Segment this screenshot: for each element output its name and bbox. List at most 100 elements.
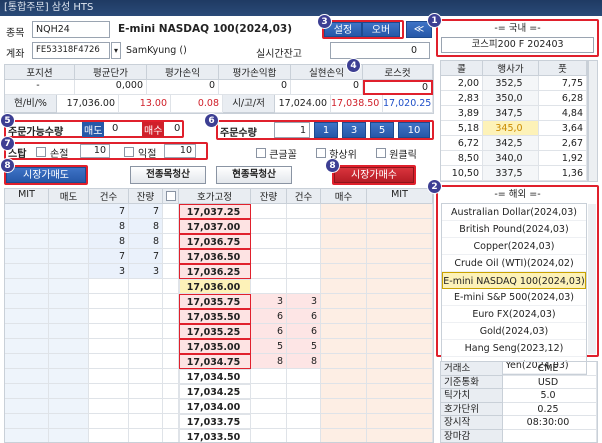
sell-order-cell[interactable] — [49, 264, 89, 279]
foreign-item[interactable]: Copper(2024,03) — [442, 238, 586, 255]
book-header-checkbox[interactable] — [163, 189, 179, 204]
sell-order-cell[interactable] — [49, 414, 89, 429]
mit-sell-cell[interactable] — [5, 399, 49, 414]
mit-sell-cell[interactable] — [5, 249, 49, 264]
over-button[interactable]: 오버 — [362, 22, 400, 37]
domestic-selected[interactable]: 코스피200 F 202403 — [441, 37, 594, 53]
mit-buy-cell[interactable] — [367, 279, 433, 294]
sell-order-cell[interactable] — [49, 354, 89, 369]
sell-order-cell[interactable] — [49, 234, 89, 249]
sell-order-cell[interactable] — [49, 219, 89, 234]
loss-cut-input[interactable]: 0 — [363, 80, 433, 95]
buy-order-cell[interactable] — [321, 249, 367, 264]
buy-order-cell[interactable] — [321, 294, 367, 309]
option-row[interactable]: 6,72 342,5 2,67 — [441, 136, 587, 151]
mit-sell-cell[interactable] — [5, 279, 49, 294]
mit-sell-cell[interactable] — [5, 309, 49, 324]
buy-order-cell[interactable] — [321, 429, 367, 442]
foreign-item[interactable]: E-mini S&P 500(2024,03) — [442, 289, 586, 306]
mit-buy-cell[interactable] — [367, 354, 433, 369]
mit-buy-cell[interactable] — [367, 369, 433, 384]
buy-order-cell[interactable] — [321, 279, 367, 294]
close-all-button[interactable]: 전종목청산 — [130, 166, 206, 184]
option-row[interactable]: 2,83 350,0 6,28 — [441, 91, 587, 106]
mit-buy-cell[interactable] — [367, 339, 433, 354]
foreign-scrollbar[interactable] — [588, 204, 596, 354]
buy-order-cell[interactable] — [321, 384, 367, 399]
market-sell-button[interactable]: 시장가매도 — [6, 167, 86, 183]
mit-buy-cell[interactable] — [367, 324, 433, 339]
sell-order-cell[interactable] — [49, 309, 89, 324]
qty-preset-button[interactable]: 3 — [342, 122, 366, 138]
buy-order-cell[interactable] — [321, 264, 367, 279]
mit-sell-cell[interactable] — [5, 324, 49, 339]
qty-preset-button[interactable]: 1 — [314, 122, 338, 138]
foreign-item[interactable]: Crude Oil (WTI)(2024,02) — [442, 255, 586, 272]
foreign-item[interactable]: Gold(2024,03) — [442, 323, 586, 340]
sell-order-cell[interactable] — [49, 339, 89, 354]
sell-order-cell[interactable] — [49, 369, 89, 384]
option-row[interactable]: 5,18 345,0 3,64 — [441, 121, 587, 136]
mit-sell-cell[interactable] — [5, 339, 49, 354]
profit-checkbox[interactable] — [124, 147, 134, 157]
buy-order-cell[interactable] — [321, 309, 367, 324]
mit-buy-cell[interactable] — [367, 429, 433, 442]
buy-order-cell[interactable] — [321, 354, 367, 369]
sell-order-cell[interactable] — [49, 249, 89, 264]
option-row[interactable]: 2,00 352,5 7,75 — [441, 76, 587, 91]
qty-preset-button[interactable]: 5 — [370, 122, 394, 138]
sell-order-cell[interactable] — [49, 399, 89, 414]
mit-buy-cell[interactable] — [367, 294, 433, 309]
mit-sell-cell[interactable] — [5, 369, 49, 384]
buy-order-cell[interactable] — [321, 399, 367, 414]
option-scrollbar[interactable] — [588, 60, 598, 182]
mit-sell-cell[interactable] — [5, 204, 49, 219]
buy-order-cell[interactable] — [321, 369, 367, 384]
item-code-input[interactable]: NQH24 — [32, 21, 110, 38]
market-buy-button[interactable]: 시장가매수 — [334, 167, 414, 183]
option-row[interactable]: 3,89 347,5 4,84 — [441, 106, 587, 121]
buy-order-cell[interactable] — [321, 219, 367, 234]
sell-order-cell[interactable] — [49, 279, 89, 294]
mit-buy-cell[interactable] — [367, 204, 433, 219]
buy-order-cell[interactable] — [321, 324, 367, 339]
option-one-click[interactable]: 원클릭 — [376, 146, 417, 161]
option-row[interactable]: 10,50 337,5 1,36 — [441, 166, 587, 181]
mit-sell-cell[interactable] — [5, 294, 49, 309]
qty-preset-button[interactable]: 10 — [398, 122, 430, 138]
foreign-item[interactable]: British Pound(2024,03) — [442, 221, 586, 238]
mit-sell-cell[interactable] — [5, 234, 49, 249]
buy-order-cell[interactable] — [321, 414, 367, 429]
mit-buy-cell[interactable] — [367, 234, 433, 249]
account-select[interactable]: FE53318F4726 — [32, 42, 110, 59]
mit-sell-cell[interactable] — [5, 414, 49, 429]
mit-sell-cell[interactable] — [5, 354, 49, 369]
option-row[interactable]: 8,50 340,0 1,92 — [441, 151, 587, 166]
foreign-item[interactable]: Hang Seng(2023,12) — [442, 340, 586, 357]
profit-input[interactable]: 10 — [164, 144, 196, 158]
mit-sell-cell[interactable] — [5, 264, 49, 279]
foreign-item[interactable]: Euro FX(2024,03) — [442, 306, 586, 323]
foreign-item[interactable]: Australian Dollar(2024,03) — [442, 204, 586, 221]
mit-sell-cell[interactable] — [5, 384, 49, 399]
account-dropdown-icon[interactable]: ▾ — [111, 42, 121, 59]
buy-order-cell[interactable] — [321, 339, 367, 354]
buy-order-cell[interactable] — [321, 234, 367, 249]
sell-order-cell[interactable] — [49, 429, 89, 442]
mit-buy-cell[interactable] — [367, 219, 433, 234]
mit-buy-cell[interactable] — [367, 309, 433, 324]
foreign-item[interactable]: E-mini NASDAQ 100(2024,03) — [442, 272, 586, 289]
mit-buy-cell[interactable] — [367, 249, 433, 264]
close-current-button[interactable]: 현종목청산 — [216, 166, 292, 184]
mit-buy-cell[interactable] — [367, 399, 433, 414]
realtime-balance-select[interactable]: 0 — [330, 42, 430, 59]
sell-order-cell[interactable] — [49, 204, 89, 219]
mit-buy-cell[interactable] — [367, 264, 433, 279]
sell-order-cell[interactable] — [49, 324, 89, 339]
mit-buy-cell[interactable] — [367, 414, 433, 429]
sell-order-cell[interactable] — [49, 384, 89, 399]
mit-buy-cell[interactable] — [367, 384, 433, 399]
option-bigfont[interactable]: 큰글꼴 — [256, 146, 297, 161]
loss-checkbox[interactable] — [36, 147, 46, 157]
order-qty-input[interactable]: 1 — [274, 122, 310, 138]
